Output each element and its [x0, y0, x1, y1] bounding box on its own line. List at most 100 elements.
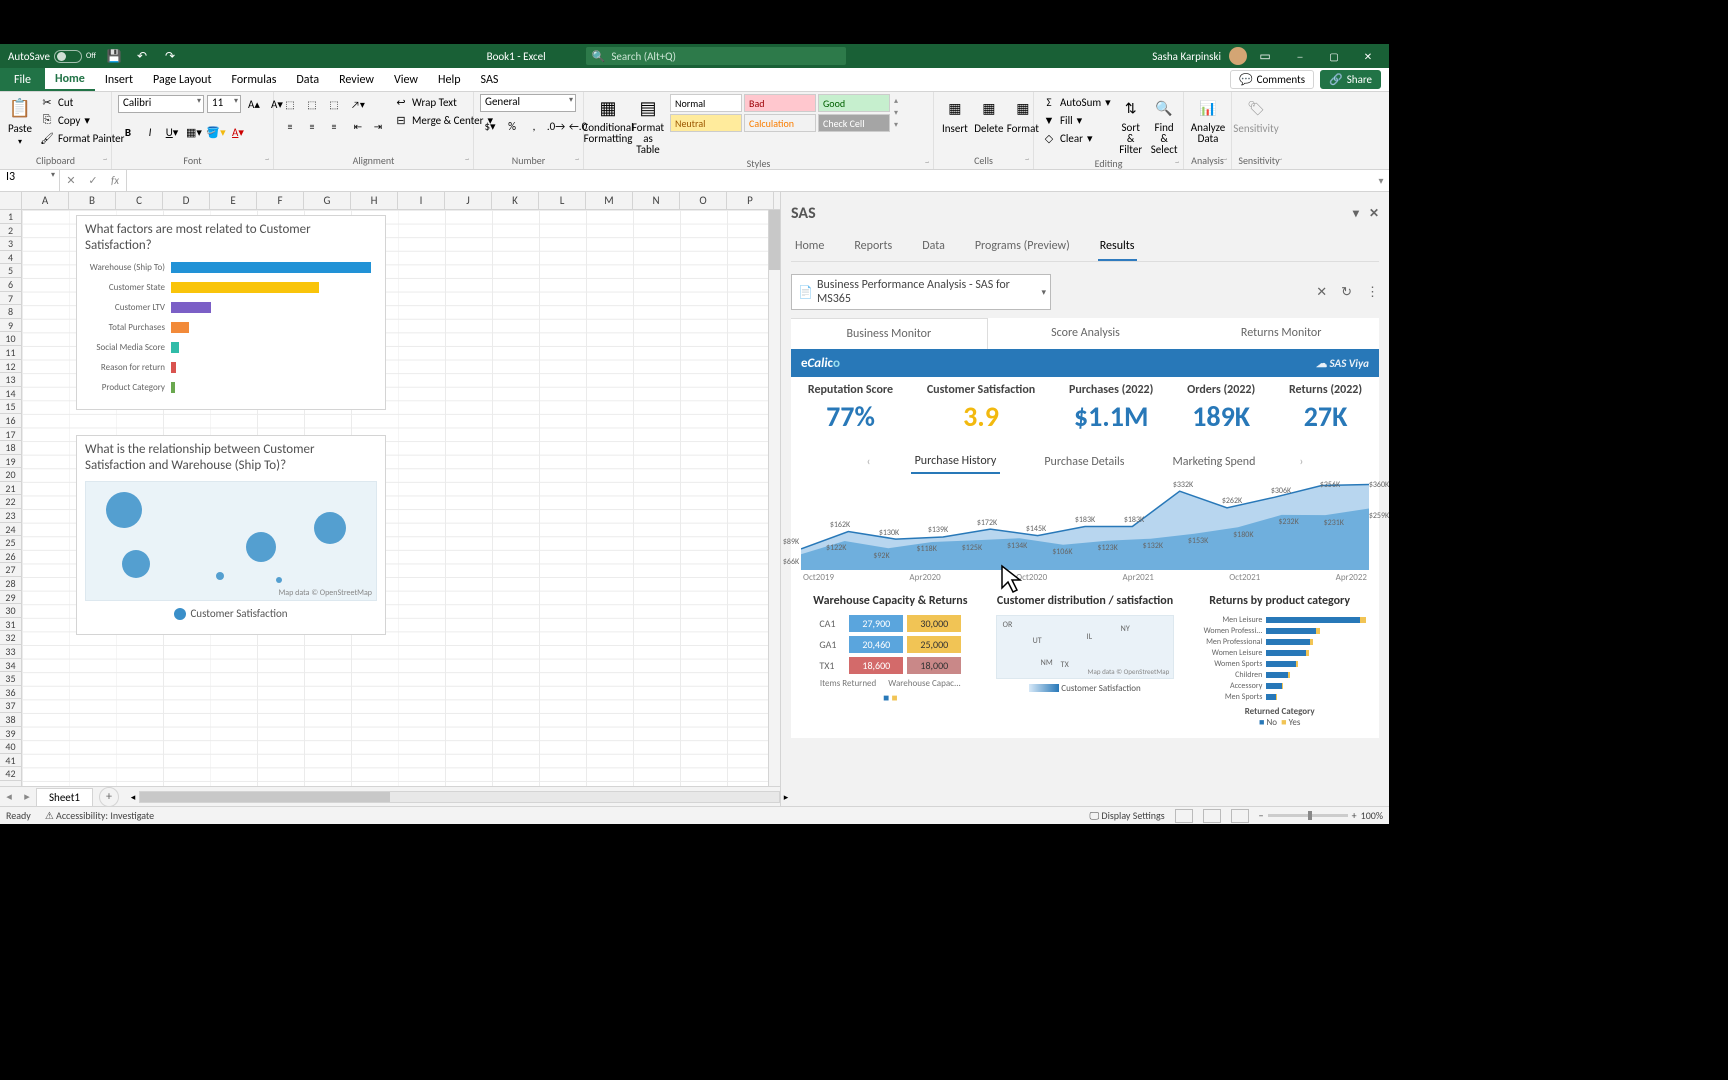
- autosave-toggle[interactable]: AutoSave Off: [8, 50, 96, 63]
- sheet-nav-prev[interactable]: ◂: [0, 790, 18, 803]
- row-header[interactable]: 42: [0, 767, 21, 781]
- autosum-button[interactable]: ΣAutoSum ▾: [1040, 94, 1113, 110]
- number-format-selector[interactable]: General: [480, 94, 576, 112]
- sort-filter-button[interactable]: ⇅Sort & Filter: [1117, 94, 1145, 157]
- subtab-marketing-spend[interactable]: Marketing Spend: [1168, 451, 1259, 473]
- row-header[interactable]: 35: [0, 672, 21, 686]
- column-header[interactable]: O: [680, 192, 727, 209]
- indent-decrease-button[interactable]: ⇤: [348, 116, 368, 136]
- align-top-button[interactable]: ⬚: [280, 94, 300, 114]
- column-header[interactable]: H: [351, 192, 398, 209]
- find-select-button[interactable]: 🔍Find & Select: [1149, 94, 1180, 157]
- cell-styles-gallery[interactable]: Normal Bad Good Neutral Calculation Chec…: [670, 94, 890, 132]
- conditional-formatting-button[interactable]: ▦Conditional Formatting: [590, 94, 626, 146]
- normal-view-button[interactable]: [1175, 809, 1193, 823]
- column-header[interactable]: L: [539, 192, 586, 209]
- row-header[interactable]: 37: [0, 699, 21, 713]
- fill-button[interactable]: ▼Fill ▾: [1040, 112, 1113, 128]
- tab-insert[interactable]: Insert: [95, 68, 143, 91]
- column-header[interactable]: F: [257, 192, 304, 209]
- row-header[interactable]: 39: [0, 727, 21, 741]
- column-header[interactable]: A: [22, 192, 69, 209]
- enter-formula-button[interactable]: ✓: [82, 170, 104, 191]
- cancel-formula-button[interactable]: ✕: [60, 170, 82, 191]
- column-header[interactable]: K: [492, 192, 539, 209]
- row-header[interactable]: 4: [0, 251, 21, 265]
- tab-formulas[interactable]: Formulas: [221, 68, 286, 91]
- comma-format-button[interactable]: ,: [524, 116, 544, 136]
- accessibility-status[interactable]: ⚠ Accessibility: Investigate: [45, 809, 154, 822]
- subtab-purchase-history[interactable]: Purchase History: [911, 450, 1001, 474]
- underline-button[interactable]: U▾: [162, 122, 182, 142]
- page-layout-view-button[interactable]: [1203, 809, 1221, 823]
- row-header[interactable]: 23: [0, 509, 21, 523]
- accounting-format-button[interactable]: $▾: [480, 116, 500, 136]
- increase-font-button[interactable]: A▴: [244, 94, 264, 114]
- purchase-history-chart[interactable]: $89K$162K$130K$139K$172K$145K$183K$183K$…: [791, 480, 1379, 570]
- maximize-button[interactable]: ▢: [1317, 44, 1351, 68]
- row-header[interactable]: 5: [0, 264, 21, 278]
- row-header[interactable]: 11: [0, 346, 21, 360]
- align-right-button[interactable]: ≡: [324, 116, 344, 136]
- minimize-button[interactable]: ─: [1283, 44, 1317, 68]
- row-header[interactable]: 16: [0, 414, 21, 428]
- sensitivity-button[interactable]: 🏷Sensitivity: [1238, 94, 1274, 137]
- tab-help[interactable]: Help: [428, 68, 471, 91]
- add-sheet-button[interactable]: +: [99, 787, 119, 807]
- display-settings-button[interactable]: 🖵 Display Settings: [1090, 809, 1165, 822]
- ribbon-options-icon[interactable]: ▭: [1255, 46, 1275, 66]
- increase-decimal-button[interactable]: .0→: [546, 116, 566, 136]
- percent-format-button[interactable]: %: [502, 116, 522, 136]
- row-header[interactable]: 32: [0, 631, 21, 645]
- search-input[interactable]: 🔍 Search (Alt+Q): [586, 47, 846, 65]
- delete-cells-button[interactable]: ▦Delete: [974, 94, 1004, 137]
- embedded-chart-map[interactable]: What is the relationship between Custome…: [76, 435, 386, 635]
- close-button[interactable]: ✕: [1351, 44, 1385, 68]
- row-header[interactable]: 28: [0, 577, 21, 591]
- border-button[interactable]: ▦▾: [184, 122, 204, 142]
- sas-tab-data[interactable]: Data: [920, 233, 947, 261]
- align-left-button[interactable]: ≡: [280, 116, 300, 136]
- row-header[interactable]: 30: [0, 604, 21, 618]
- column-header[interactable]: M: [586, 192, 633, 209]
- row-header[interactable]: 13: [0, 373, 21, 387]
- row-header[interactable]: 27: [0, 563, 21, 577]
- name-box[interactable]: I3: [0, 170, 60, 191]
- row-header[interactable]: 31: [0, 618, 21, 632]
- row-header[interactable]: 14: [0, 387, 21, 401]
- zoom-slider[interactable]: [1268, 814, 1348, 817]
- tab-data[interactable]: Data: [286, 68, 329, 91]
- row-header[interactable]: 9: [0, 319, 21, 333]
- subtab-purchase-details[interactable]: Purchase Details: [1040, 451, 1128, 473]
- italic-button[interactable]: I: [140, 122, 160, 142]
- row-header[interactable]: 29: [0, 591, 21, 605]
- analyze-data-button[interactable]: 📊Analyze Data: [1190, 94, 1226, 146]
- align-middle-button[interactable]: ⬚: [302, 94, 322, 114]
- row-header[interactable]: 12: [0, 360, 21, 374]
- column-header[interactable]: J: [445, 192, 492, 209]
- row-header[interactable]: 10: [0, 332, 21, 346]
- column-header[interactable]: C: [116, 192, 163, 209]
- tab-view[interactable]: View: [384, 68, 428, 91]
- row-header[interactable]: 25: [0, 536, 21, 550]
- row-header[interactable]: 18: [0, 441, 21, 455]
- undo-icon[interactable]: ↶: [132, 46, 152, 66]
- sas-tab-home[interactable]: Home: [793, 233, 826, 261]
- comments-button[interactable]: 💬 Comments: [1230, 70, 1314, 89]
- column-header[interactable]: G: [304, 192, 351, 209]
- zoom-level[interactable]: 100%: [1361, 809, 1383, 822]
- report-selector[interactable]: 📄 Business Performance Analysis - SAS fo…: [791, 274, 1051, 310]
- orientation-button[interactable]: ↗▾: [348, 94, 368, 114]
- report-more-button[interactable]: ⋮: [1366, 285, 1379, 300]
- zoom-out-button[interactable]: −: [1259, 809, 1264, 822]
- column-header[interactable]: D: [163, 192, 210, 209]
- sas-tab-results[interactable]: Results: [1098, 233, 1137, 261]
- row-header[interactable]: 24: [0, 523, 21, 537]
- expand-formula-bar-button[interactable]: ▾: [1373, 174, 1389, 187]
- font-size-selector[interactable]: 11: [207, 95, 241, 113]
- column-header[interactable]: B: [69, 192, 116, 209]
- subtab-next[interactable]: ›: [1299, 455, 1303, 469]
- customer-dist-map[interactable]: OR UT NM TX IL NY Map data © OpenStreetM…: [996, 615, 1175, 679]
- row-header[interactable]: 34: [0, 659, 21, 673]
- row-header[interactable]: 36: [0, 686, 21, 700]
